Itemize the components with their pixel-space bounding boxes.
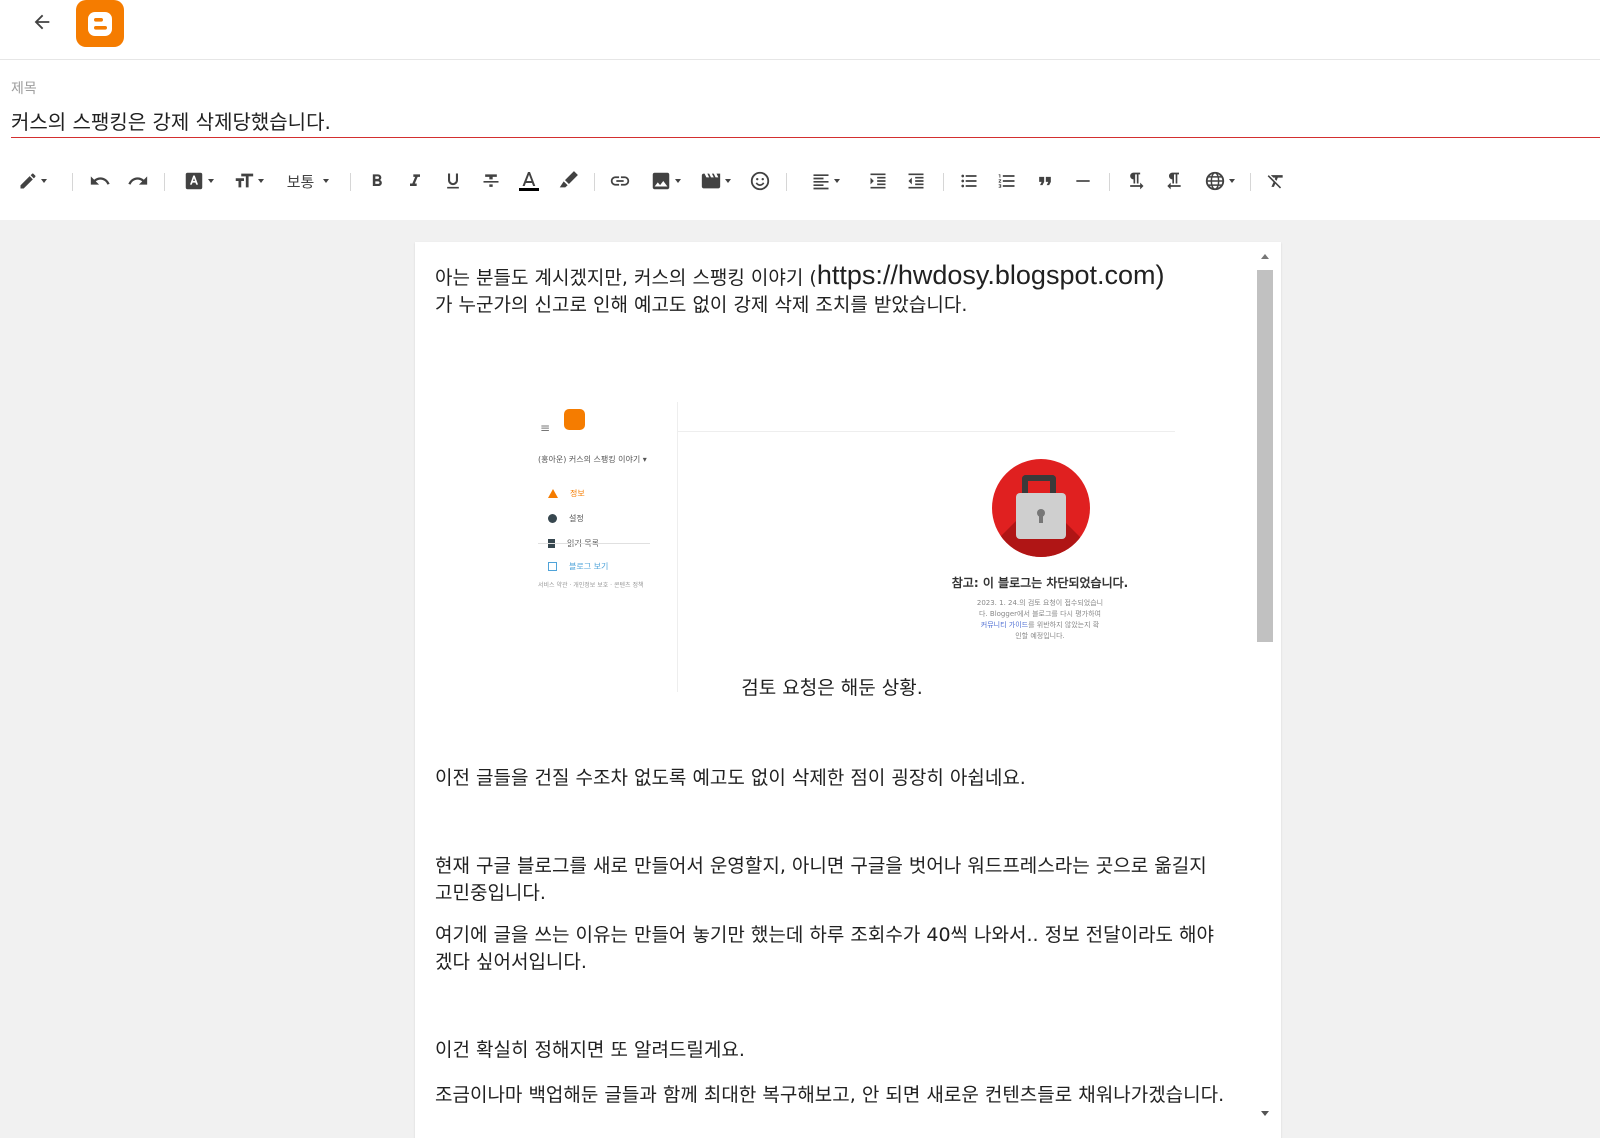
title-section: 제목 [0, 60, 1600, 140]
back-button[interactable] [26, 6, 58, 38]
emoji-icon [750, 171, 770, 191]
undo-icon [90, 176, 110, 185]
paragraph-5: 이건 확실히 정해지면 또 알려드릴게요. [435, 1039, 745, 1061]
ltr-button[interactable] [1122, 165, 1150, 197]
font-size-button[interactable] [228, 165, 268, 197]
blocked-notice-text: 2023. 1. 24.의 검토 요청이 접수되었습니 다. Blogger에서… [976, 599, 1104, 640]
paragraph-2: 이전 글들을 건질 수조차 없도록 예고도 없이 삭제한 점이 굉장히 아쉽네요… [435, 767, 1026, 789]
pencil-icon [20, 173, 35, 189]
underline-icon [447, 173, 459, 189]
title-input[interactable] [11, 104, 1600, 138]
paragraph-4: 여기에 글을 쓰는 이유는 만들어 놓기만 했는데 하루 조회수가 40씩 나와… [435, 924, 1215, 973]
outdent-button[interactable] [902, 165, 930, 197]
underline-button[interactable] [441, 165, 465, 197]
ltr-icon [1130, 172, 1144, 190]
title-label: 제목 [11, 81, 37, 97]
blogger-logo-icon[interactable] [76, 0, 124, 47]
link-icon [610, 176, 630, 186]
bold-button[interactable] [365, 165, 389, 197]
paragraph-1: 아는 분들도 계시겠지만, 커스의 스팽킹 이야기 (https://hwdos… [435, 262, 1229, 319]
bulleted-list-icon [961, 174, 977, 188]
blocked-notice-title: 참고: 이 블로그는 차단되었습니다. [951, 576, 1129, 590]
horizontal-rule-icon [1076, 180, 1090, 182]
divider [538, 543, 650, 544]
image-icon [652, 172, 669, 190]
emoji-button[interactable] [746, 165, 774, 197]
scroll-up-arrow-icon[interactable] [1261, 254, 1269, 259]
quote-button[interactable] [1031, 165, 1059, 197]
italic-icon [410, 174, 420, 186]
gear-icon [548, 514, 557, 523]
community-guidelines-link[interactable]: 커뮤니티 가이드 [981, 621, 1028, 629]
alignment-button[interactable] [805, 165, 845, 197]
highlight-icon [559, 171, 578, 188]
compose-mode-button[interactable] [12, 165, 52, 197]
strikethrough-button[interactable] [479, 165, 503, 197]
undo-button[interactable] [86, 165, 114, 197]
numbered-list-button[interactable] [993, 165, 1021, 197]
redo-button[interactable] [124, 165, 152, 197]
insert-video-button[interactable] [695, 165, 735, 197]
font-size-icon [235, 173, 253, 188]
indent-button[interactable] [864, 165, 892, 197]
language-icon [1205, 171, 1224, 191]
screenshot-blog-name: (홍아운) 커스의 스팽킹 이야기 ▾ [538, 455, 647, 464]
image-caption: 검토 요청은 해둔 상황. [741, 677, 923, 699]
strikethrough-icon [483, 174, 499, 187]
paragraph-3: 현재 구글 블로그를 새로 만들어서 운영할지, 아니면 구글을 벗어나 워드프… [435, 855, 1207, 904]
clear-formatting-button[interactable] [1262, 165, 1290, 197]
paragraph-style-label: 보통 [286, 172, 315, 191]
screenshot-menu-settings: 설정 [548, 505, 584, 532]
highlight-button[interactable] [555, 165, 581, 197]
quote-icon [1039, 176, 1051, 186]
bulleted-list-button[interactable] [955, 165, 983, 197]
top-bar [0, 0, 1600, 60]
blog-url-link[interactable]: https://hwdosy.blogspot.com) [817, 260, 1165, 290]
font-family-button[interactable] [178, 165, 218, 197]
blocked-lock-icon [992, 459, 1090, 557]
blogger-logo-icon [564, 409, 585, 430]
indent-icon [870, 173, 886, 189]
editor-scrollbar[interactable] [1257, 252, 1273, 1138]
font-icon [185, 172, 202, 190]
p1-cont: 가 누군가의 신고로 인해 예고도 없이 강제 삭제 조치를 받았습니다. [435, 294, 968, 316]
italic-button[interactable] [403, 165, 427, 197]
scroll-down-arrow-icon[interactable] [1261, 1111, 1269, 1116]
p1-text: 아는 분들도 계시겠지만, 커스의 스팽킹 이야기 ( [435, 267, 817, 289]
divider [678, 431, 1175, 432]
editor-toolbar: 보통 [0, 140, 1600, 220]
hamburger-icon: ≡ [540, 421, 551, 435]
link-button[interactable] [606, 165, 634, 197]
outdent-icon [908, 173, 924, 189]
open-in-new-icon [548, 562, 557, 571]
scrollbar-thumb[interactable] [1257, 270, 1273, 642]
video-icon [701, 173, 720, 189]
rtl-button[interactable] [1160, 165, 1188, 197]
paragraph-style-dropdown[interactable]: 보통 [280, 165, 336, 197]
arrow-left-icon [34, 14, 50, 30]
screenshot-footer: 서비스 약관 · 개인정보 보호 · 콘텐츠 정책 [538, 582, 644, 589]
paragraph-6: 조금이나마 백업해둔 글들과 함께 최대한 복구해보고, 안 되면 새로운 컨텐… [435, 1084, 1225, 1106]
text-color-button[interactable] [516, 165, 542, 197]
post-editor[interactable]: 아는 분들도 계시겠지만, 커스의 스팽킹 이야기 (https://hwdos… [415, 242, 1281, 1138]
insert-image-button[interactable] [645, 165, 685, 197]
screenshot-sidebar: ≡ (홍아운) 커스의 스팽킹 이야기 ▾ 정보 설정 읽기 목록 블로그 보기… [530, 402, 678, 692]
numbered-list-icon [998, 174, 1015, 188]
bold-icon [372, 174, 382, 186]
align-left-icon [813, 174, 828, 190]
warning-icon [548, 489, 558, 498]
blocked-blog-screenshot[interactable]: ≡ (홍아운) 커스의 스팽킹 이야기 ▾ 정보 설정 읽기 목록 블로그 보기… [530, 402, 1175, 692]
clear-format-icon [1267, 175, 1283, 189]
rtl-icon [1167, 172, 1181, 190]
horizontal-rule-button[interactable] [1069, 165, 1097, 197]
language-button[interactable] [1199, 165, 1239, 197]
text-color-icon [519, 172, 539, 191]
screenshot-menu-info: 정보 [548, 480, 585, 507]
redo-icon [128, 176, 148, 185]
